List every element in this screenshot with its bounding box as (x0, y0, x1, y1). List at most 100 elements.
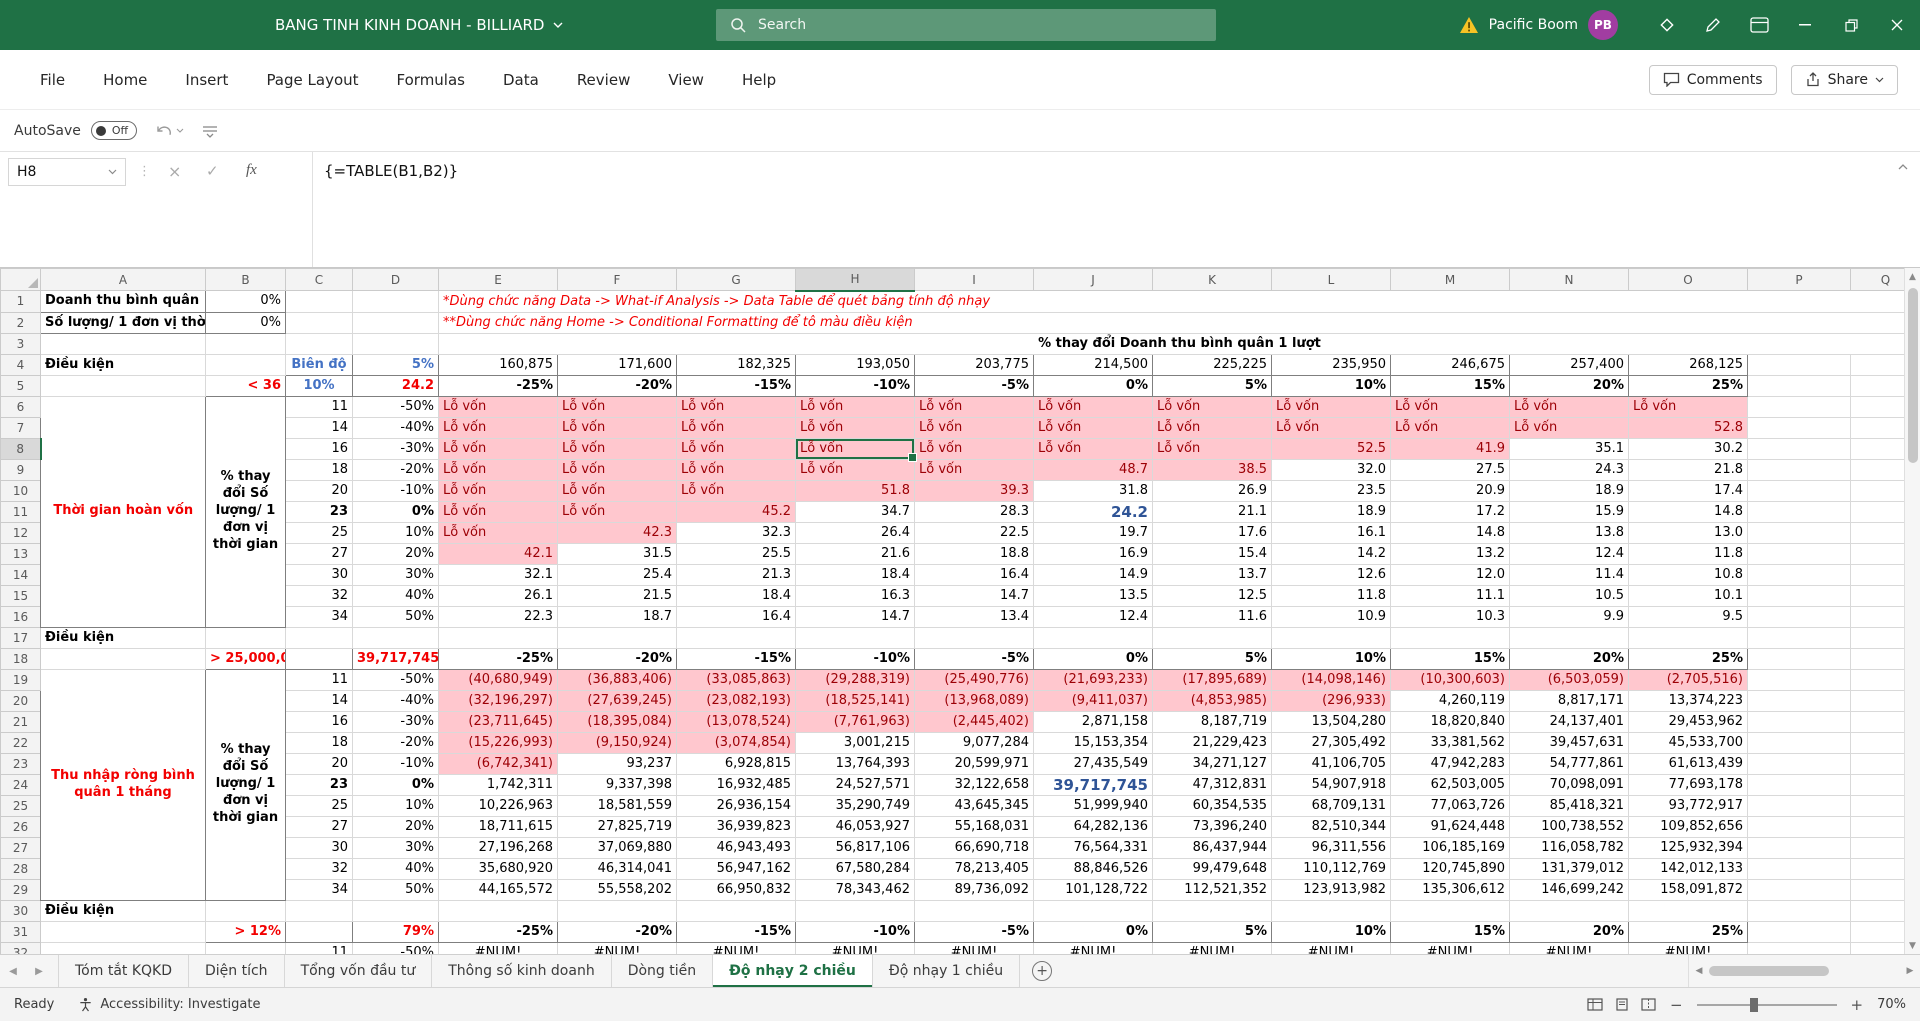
cell-M7[interactable]: Lỗ vốn (1390, 417, 1510, 439)
cell-L13[interactable]: 14.2 (1271, 543, 1391, 565)
row-header-24[interactable]: 24 (0, 773, 41, 796)
cell-E8[interactable]: Lỗ vốn (438, 438, 558, 460)
cell-N8[interactable]: 35.1 (1509, 438, 1629, 460)
row-header-8[interactable]: 8 (0, 437, 42, 460)
zoom-in-button[interactable]: + (1851, 996, 1864, 1014)
cell-E23[interactable]: (6,742,341) (438, 753, 558, 775)
cell-P23[interactable] (1747, 753, 1851, 775)
cell-I24[interactable]: 32,122,658 (914, 774, 1034, 796)
cell-G21[interactable]: (13,078,524) (676, 711, 796, 733)
ribbon-tab-view[interactable]: View (668, 71, 704, 89)
cell-F17[interactable] (557, 627, 677, 649)
cell-O18[interactable]: 25% (1628, 647, 1748, 670)
cell-J9[interactable]: 48.7 (1033, 459, 1153, 481)
cell-F14[interactable]: 25.4 (557, 564, 677, 586)
cell-F30[interactable] (557, 900, 677, 922)
cell-M4[interactable]: 246,675 (1390, 353, 1510, 376)
cell-H22[interactable]: 3,001,215 (795, 732, 915, 754)
cell-L23[interactable]: 41,106,705 (1271, 753, 1391, 775)
cell-P19[interactable] (1747, 669, 1851, 691)
formula-input[interactable]: {=TABLE(B1,B2)} (324, 162, 458, 180)
cell-H7[interactable]: Lỗ vốn (795, 417, 915, 439)
cell-A5[interactable] (40, 375, 206, 397)
cell-E7[interactable]: Lỗ vốn (438, 417, 558, 439)
cell-O26[interactable]: 109,852,656 (1628, 816, 1748, 838)
cell-B31[interactable]: > 12% (205, 920, 286, 943)
ribbon-tab-formulas[interactable]: Formulas (397, 71, 465, 89)
cell-O10[interactable]: 17.4 (1628, 480, 1748, 502)
formula-bar-collapse-icon[interactable] (1898, 164, 1908, 170)
ribbon-tab-home[interactable]: Home (103, 71, 147, 89)
row-header-6[interactable]: 6 (0, 395, 41, 418)
cell-M23[interactable]: 47,942,283 (1390, 753, 1510, 775)
cell-G13[interactable]: 25.5 (676, 543, 796, 565)
cell-C4[interactable]: Biên độ (285, 353, 353, 376)
cell-L4[interactable]: 235,950 (1271, 353, 1391, 376)
name-box[interactable]: H8 (8, 158, 126, 186)
cell-H4[interactable]: 193,050 (795, 353, 915, 376)
cell-K6[interactable]: Lỗ vốn (1152, 396, 1272, 418)
cell-B2[interactable]: 0% (205, 311, 286, 334)
row-header-2[interactable]: 2 (0, 311, 41, 334)
cell-M17[interactable] (1390, 627, 1510, 649)
cell-O6[interactable]: Lỗ vốn (1628, 396, 1748, 418)
cell-J28[interactable]: 88,846,526 (1033, 858, 1153, 880)
cell-F24[interactable]: 9,337,398 (557, 774, 677, 796)
cell-H29[interactable]: 78,343,462 (795, 879, 915, 901)
cell-N21[interactable]: 24,137,401 (1509, 711, 1629, 733)
cell-C22[interactable]: 18 (285, 732, 353, 754)
cell-N7[interactable]: Lỗ vốn (1509, 417, 1629, 439)
cell-P29[interactable] (1747, 879, 1851, 901)
cell-P28[interactable] (1747, 858, 1851, 880)
cell-O7[interactable]: 52.8 (1628, 417, 1748, 439)
cell-M26[interactable]: 91,624,448 (1390, 816, 1510, 838)
ribbon-tab-insert[interactable]: Insert (185, 71, 228, 89)
cell-O14[interactable]: 10.8 (1628, 564, 1748, 586)
cell-I4[interactable]: 203,775 (914, 353, 1034, 376)
cell-F11[interactable]: Lỗ vốn (557, 501, 677, 523)
new-sheet-button[interactable]: + (1032, 961, 1053, 981)
cell-M25[interactable]: 77,063,726 (1390, 795, 1510, 817)
cell-G25[interactable]: 26,936,154 (676, 795, 796, 817)
col-header-O[interactable]: O (1628, 268, 1748, 291)
cell-L11[interactable]: 18.9 (1271, 501, 1391, 523)
cell-M21[interactable]: 18,820,840 (1390, 711, 1510, 733)
cell-H11[interactable]: 34.7 (795, 501, 915, 523)
row-header-26[interactable]: 26 (0, 815, 41, 838)
cell-C23[interactable]: 20 (285, 753, 353, 775)
cell-D14[interactable]: 30% (352, 564, 439, 586)
cell-B4[interactable] (205, 354, 286, 376)
row-header-12[interactable]: 12 (0, 521, 41, 544)
cell-G16[interactable]: 16.4 (676, 606, 796, 628)
ribbon-display-icon[interactable] (1736, 0, 1782, 50)
cell-K29[interactable]: 112,521,352 (1152, 879, 1272, 901)
cell-K16[interactable]: 11.6 (1152, 606, 1272, 628)
scroll-up-icon[interactable]: ▲ (1909, 272, 1916, 282)
accessibility-status[interactable]: Accessibility: Investigate (78, 997, 260, 1012)
row-header-29[interactable]: 29 (0, 878, 41, 901)
cell-J31[interactable]: 0% (1033, 920, 1153, 943)
cell-H10[interactable]: 51.8 (795, 480, 915, 502)
cell-O21[interactable]: 29,453,962 (1628, 711, 1748, 733)
cell-N32[interactable]: #NUM! (1509, 942, 1629, 954)
cell-B18[interactable]: > 25,000,000 (205, 647, 286, 670)
row-header-5[interactable]: 5 (0, 374, 41, 397)
cell-D18[interactable]: 39,717,745 (352, 647, 439, 670)
cell-D30[interactable] (352, 900, 439, 922)
cell-A3[interactable] (40, 333, 206, 355)
cell-F5[interactable]: -20% (557, 374, 677, 397)
cell-C1[interactable] (285, 290, 353, 313)
cell-L9[interactable]: 32.0 (1271, 459, 1391, 481)
cell-H28[interactable]: 67,580,284 (795, 858, 915, 880)
cell-K28[interactable]: 99,479,648 (1152, 858, 1272, 880)
cell-I25[interactable]: 43,645,345 (914, 795, 1034, 817)
cell-E25[interactable]: 10,226,963 (438, 795, 558, 817)
cell-I9[interactable]: Lỗ vốn (914, 459, 1034, 481)
cell-I18[interactable]: -5% (914, 647, 1034, 670)
row-header-27[interactable]: 27 (0, 836, 41, 859)
cell-D9[interactable]: -20% (352, 459, 439, 481)
cell-E27[interactable]: 27,196,268 (438, 837, 558, 859)
cell-P5[interactable] (1747, 375, 1851, 397)
cell-A4[interactable]: Điều kiện (40, 354, 206, 376)
cell-O30[interactable] (1628, 900, 1748, 922)
